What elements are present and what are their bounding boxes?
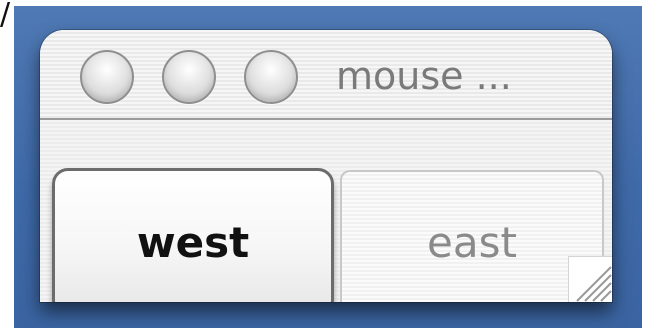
resize-grip-icon: [576, 266, 612, 302]
window-content: west east: [40, 120, 612, 302]
close-button[interactable]: [80, 50, 134, 104]
leading-slash: /: [0, 0, 11, 32]
resize-grip[interactable]: [568, 256, 612, 302]
zoom-button[interactable]: [244, 50, 298, 104]
east-button[interactable]: east: [340, 170, 604, 302]
desktop-background: mouse ... west east: [14, 6, 642, 328]
west-button[interactable]: west: [52, 168, 334, 302]
app-window: mouse ... west east: [40, 30, 612, 302]
minimize-button[interactable]: [162, 50, 216, 104]
window-title: mouse ...: [336, 54, 512, 98]
title-bar[interactable]: mouse ...: [40, 30, 612, 120]
